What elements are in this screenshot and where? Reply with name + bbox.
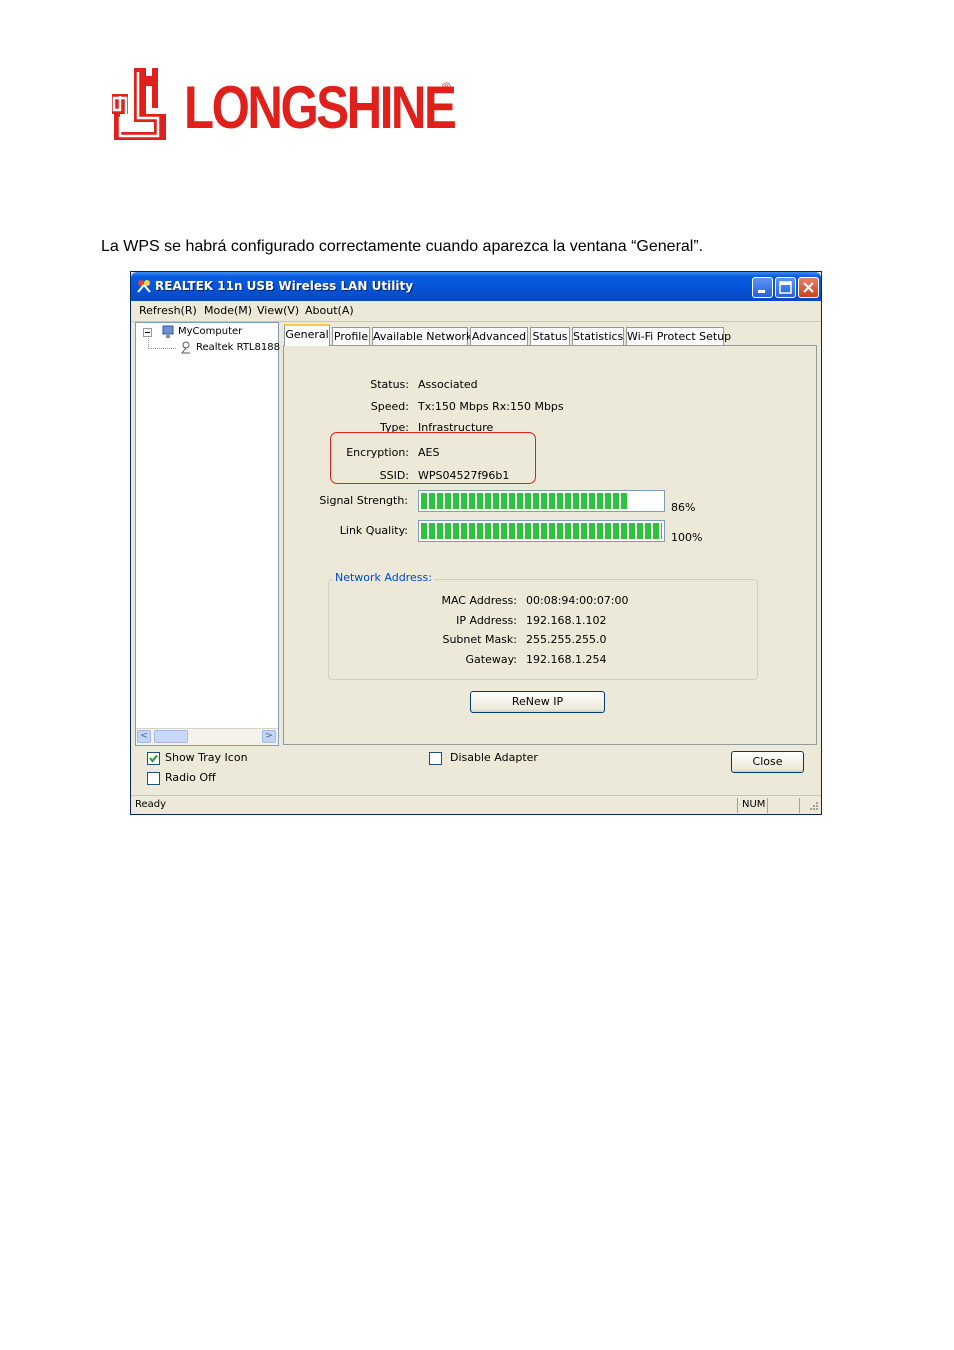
tree-line (148, 348, 176, 350)
highlight-annotation (330, 432, 536, 484)
mac-address-label: MAC Address: (441, 594, 517, 607)
tab-statistics[interactable]: Statistics (572, 327, 624, 345)
close-button[interactable]: Close (731, 751, 804, 773)
status-label: Status: (370, 378, 409, 391)
minimize-icon (758, 290, 765, 293)
status-num: NUM (742, 799, 766, 810)
signal-strength-label: Signal Strength: (319, 494, 408, 507)
radio-off-label[interactable]: Radio Off (165, 771, 216, 784)
network-address-group: Network Address: MAC Address: 00:08:94:0… (328, 571, 758, 680)
signal-strength-fill (421, 493, 628, 509)
subnet-mask-label: Subnet Mask: (442, 633, 517, 646)
speed-label: Speed: (370, 400, 409, 413)
tree-item-adapter[interactable]: Realtek RTL8188 (196, 342, 280, 353)
intro-text: La WPS se habrá configurado correctament… (101, 238, 704, 255)
tab-general[interactable]: General (284, 324, 330, 346)
menu-mode[interactable]: Mode(M) (204, 304, 252, 317)
wlan-utility-window: REALTEK 11n USB Wireless LAN Utility Ref… (130, 271, 822, 815)
close-window-button[interactable] (798, 277, 819, 298)
app-icon (137, 280, 151, 293)
speed-value: Tx:150 Mbps Rx:150 Mbps (418, 400, 564, 413)
registered-mark: ® (442, 80, 451, 94)
signal-strength-percent: 86% (671, 501, 696, 514)
tab-advanced[interactable]: Advanced (470, 327, 528, 345)
menu-about[interactable]: About(A) (305, 304, 354, 317)
ip-address-value: 192.168.1.102 (526, 614, 607, 627)
status-ready: Ready (135, 799, 167, 810)
longshine-emblem-icon (112, 68, 166, 140)
computer-icon (162, 325, 174, 338)
mac-address-value: 00:08:94:00:07:00 (526, 594, 629, 607)
menu-bar: Refresh(R) Mode(M) View(V) About(A) (131, 301, 821, 322)
checkmark-icon (149, 754, 158, 763)
tab-profile[interactable]: Profile (332, 327, 370, 345)
renew-ip-button[interactable]: ReNew IP (470, 691, 605, 713)
menu-view[interactable]: View(V) (257, 304, 299, 317)
tree-item-mycomputer[interactable]: MyComputer (178, 326, 242, 337)
ip-address-label: IP Address: (456, 614, 517, 627)
signal-strength-bar (418, 490, 665, 512)
scroll-thumb[interactable] (154, 730, 188, 743)
tab-wifi-protect-setup[interactable]: Wi-Fi Protect Setup (626, 327, 731, 345)
wireless-adapter-icon (180, 341, 190, 354)
tab-available-network[interactable]: Available Network (372, 327, 472, 345)
window-title: REALTEK 11n USB Wireless LAN Utility (155, 279, 414, 293)
scroll-left-icon[interactable]: < (137, 730, 151, 743)
gateway-label: Gateway: (465, 653, 518, 666)
tree-collapse-toggle[interactable] (143, 328, 152, 337)
network-address-title: Network Address: (333, 571, 434, 584)
status-value: Associated (418, 378, 478, 391)
close-icon (803, 282, 814, 293)
disable-adapter-checkbox[interactable] (429, 752, 442, 765)
title-bar[interactable]: REALTEK 11n USB Wireless LAN Utility (131, 272, 821, 301)
menu-refresh[interactable]: Refresh(R) (139, 304, 197, 317)
status-bar: Ready NUM (131, 795, 821, 814)
subnet-mask-value: 255.255.255.0 (526, 633, 607, 646)
adapter-tree: MyComputer Realtek RTL8188 < > (135, 322, 280, 746)
radio-off-checkbox[interactable] (147, 772, 160, 785)
maximize-button[interactable] (775, 277, 796, 298)
status-separator (737, 798, 738, 813)
show-tray-icon-label[interactable]: Show Tray Icon (165, 751, 248, 764)
gateway-value: 192.168.1.254 (526, 653, 607, 666)
general-panel: Status: Associated Speed: Tx:150 Mbps Rx… (283, 345, 817, 745)
show-tray-icon-checkbox[interactable] (147, 752, 160, 765)
link-quality-percent: 100% (671, 531, 703, 544)
resize-grip-icon[interactable] (807, 801, 819, 813)
status-separator (767, 798, 768, 813)
link-quality-bar (418, 520, 665, 542)
tree-horizontal-scrollbar[interactable]: < > (136, 728, 278, 745)
scroll-right-icon[interactable]: > (262, 730, 276, 743)
maximize-icon (779, 281, 792, 294)
logo-wordmark: LONGSHINE (184, 74, 457, 141)
status-separator (799, 798, 800, 813)
disable-adapter-label[interactable]: Disable Adapter (450, 751, 538, 764)
tab-status[interactable]: Status (530, 327, 570, 345)
minimize-button[interactable] (752, 277, 773, 298)
link-quality-label: Link Quality: (339, 524, 408, 537)
longshine-logo: LONGSHINE ® (112, 62, 462, 152)
link-quality-fill (421, 523, 662, 539)
